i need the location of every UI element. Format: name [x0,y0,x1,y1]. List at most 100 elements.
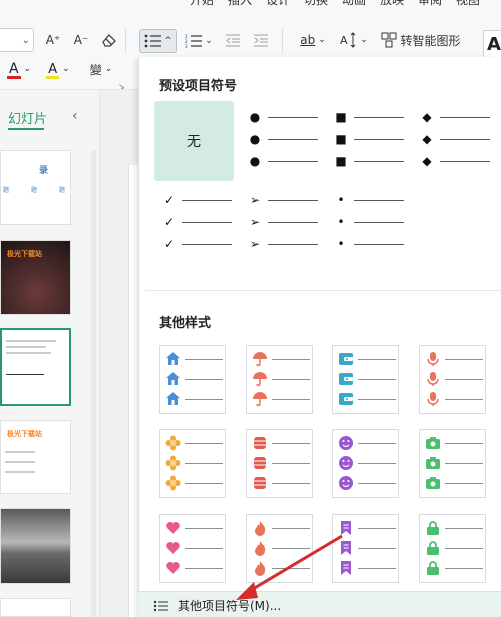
bullet-preview-row [425,454,483,472]
bullet-style-tile[interactable] [419,514,486,583]
phonetic-guide-button[interactable]: 變 ⌄ [84,58,118,80]
slide-item: 题 [31,187,38,194]
tab-transition[interactable]: 切换 [304,0,328,8]
font-size-select[interactable]: ⌄ [0,28,34,52]
slide-thumbnail-1[interactable]: 录 题 题 题 [0,150,71,225]
bullet-style-tile[interactable] [159,429,226,498]
bullet-marker: ◆ [422,154,432,168]
umbrella-icon [252,371,268,387]
bullet-preview-row: ✓ [162,193,232,207]
preset-bullet-option[interactable]: ➢ ➢ ➢ [240,184,318,262]
strikethrough-text-icon: ab [300,33,316,47]
bullets-button[interactable]: ^ [139,29,177,53]
bullet-preview-row [252,454,310,472]
preset-bullet-option[interactable]: ✓ ✓ ✓ [154,184,232,262]
bullet-preview-row: ● [248,110,318,124]
slides-scrollbar[interactable] [91,150,96,617]
tab-slideshow[interactable]: 放映 [380,0,404,8]
chevron-down-icon: ⌄ [104,64,113,74]
highlighter-icon: A [46,61,60,79]
slide-thumbnail-4[interactable]: 极光下载站 [0,420,71,494]
bullet-marker: ■ [335,154,347,168]
wallet-icon [338,371,354,387]
slide-thumbnail-3-selected[interactable] [0,328,71,406]
decrease-font-button[interactable]: A⁻ [70,30,92,50]
bullet-none-option[interactable]: 无 [154,101,234,181]
bullet-style-tile[interactable] [246,429,313,498]
preset-bullet-option[interactable]: ■ ■ ■ [326,101,404,179]
preset-bullet-option[interactable]: • • • [326,184,404,262]
heart-icon [165,540,181,556]
tab-home[interactable]: 开始 [190,0,214,8]
flame-icon [252,540,268,556]
more-bullets-label: 其他项目符号(M)... [178,599,282,613]
slides-tab-underline [8,128,44,130]
tab-animation[interactable]: 动画 [342,0,366,8]
bullet-marker: ■ [335,132,347,146]
bullet-preview-row: ✓ [162,237,232,251]
bullet-style-tile[interactable] [419,345,486,414]
bullet-style-tile[interactable] [332,514,399,583]
camera-icon [425,435,441,451]
bullet-preview-row [165,370,223,388]
bullet-style-tile[interactable] [332,429,399,498]
convert-smartart-button[interactable]: 转智能图形 [378,30,464,50]
bullet-preview-row [338,474,396,492]
bullet-style-tile[interactable] [246,345,313,414]
bullet-style-tile[interactable] [419,429,486,498]
bullet-preview-row [165,454,223,472]
flower-icon [165,475,181,491]
bookmark-icon [338,540,354,556]
tab-view[interactable]: 视图 [456,0,480,8]
bullet-marker: ● [249,132,261,146]
line-spacing-button[interactable]: A ⌄ [338,30,370,50]
bullet-preview-row: ■ [334,132,404,146]
increase-font-button[interactable]: A⁺ [42,30,64,50]
text-direction-button[interactable]: ab ⌄ [292,30,334,50]
bullet-preview-row [252,370,310,388]
bullet-style-tile[interactable] [159,514,226,583]
bullet-preview-row: • [334,215,404,229]
bullet-marker: ✓ [163,237,175,251]
bullet-preview-row [252,434,310,452]
slide-thumbnail-6[interactable] [0,598,71,617]
font-color-icon: A [6,61,21,79]
decrease-indent-button[interactable] [222,30,244,50]
bullet-preview-row: ● [248,154,318,168]
slide-item: 题 [59,187,66,194]
tab-insert[interactable]: 插入 [228,0,252,8]
bullet-preview-row [338,434,396,452]
slides-tab[interactable]: 幻灯片 [8,108,47,127]
font-color-button[interactable]: A ⌄ [4,58,36,80]
bullet-marker: ● [249,110,261,124]
bullet-preview-row [165,519,223,537]
bullet-preview-row: ➢ [248,215,318,229]
preset-bullet-option[interactable]: ◆ ◆ ◆ [412,101,490,179]
chevron-down-icon: ⌄ [205,36,213,46]
tab-review[interactable]: 审阅 [418,0,442,8]
indent-icon [254,34,268,46]
bullet-style-tile[interactable] [332,345,399,414]
bullet-preview-row [165,539,223,557]
chevron-left-icon[interactable]: ‹ [72,108,78,124]
lock-icon [425,520,441,536]
tab-design[interactable]: 设计 [266,0,290,8]
highlight-button[interactable]: A ⌄ [42,58,76,80]
clear-format-button[interactable] [98,30,120,50]
bullet-style-tile[interactable] [159,345,226,414]
numbering-button[interactable]: 1 2 3 ⌄ [182,29,216,53]
bullet-preview-row: ➢ [248,237,318,251]
preset-bullet-option[interactable]: ● ● ● [240,101,318,179]
slide-thumbnail-5[interactable] [0,508,71,584]
bullet-preview-row [165,434,223,452]
bullet-style-tile[interactable] [246,514,313,583]
line-spacing-icon: A [340,32,356,48]
smiley-icon [338,475,354,491]
bookmark-icon [338,560,354,576]
camera-icon [425,455,441,471]
slide-item: 题 [3,187,10,194]
slide-thumbnail-2[interactable]: 极光下载站 [0,240,71,315]
bullet-preview-row [425,539,483,557]
increase-indent-button[interactable] [250,30,272,50]
bullet-preview-row [252,539,310,557]
